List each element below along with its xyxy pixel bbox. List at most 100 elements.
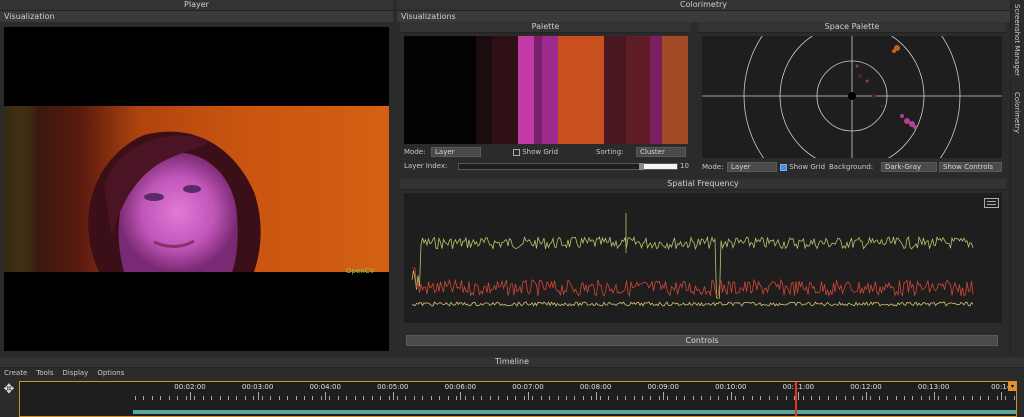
palette-show-grid[interactable]: Show Grid	[513, 147, 558, 157]
side-tab-bar: Screenshot Manager Colorimetry	[1010, 0, 1024, 355]
palette-swatch[interactable]	[558, 36, 604, 144]
palette-mode-select[interactable]: Layer	[431, 147, 481, 157]
ruler-tick	[489, 396, 491, 400]
ruler-tick	[954, 396, 956, 400]
ruler-tick	[599, 396, 601, 400]
ruler-tick	[270, 396, 272, 400]
ruler-tick	[903, 396, 905, 400]
spatial-frequency-panel: Spatial Frequency Controls	[400, 179, 1006, 351]
space-palette-plot[interactable]	[702, 36, 1002, 158]
palette-swatch[interactable]	[476, 36, 492, 144]
menu-tools[interactable]: Tools	[36, 368, 53, 378]
palette-mode-label: Mode:	[404, 148, 426, 156]
ruler-tick	[439, 396, 441, 400]
space-show-grid[interactable]: Show Grid	[780, 162, 825, 172]
ruler-time-label: 00:02:00	[174, 383, 206, 391]
palette-panel: Palette Mode: Layer Show Grid Sorting: C…	[400, 22, 691, 175]
ruler-tick	[151, 396, 153, 400]
plot-menu-icon[interactable]	[984, 198, 999, 208]
timeline-segment-bar[interactable]	[133, 410, 1016, 414]
menu-create[interactable]: Create	[4, 368, 27, 378]
show-controls-button[interactable]: Show Controls	[939, 162, 1002, 172]
timeline-track-area[interactable]: 00:02:00 00:03:00 00:04:00 00:05:00 00:06:00…	[19, 381, 1017, 417]
space-show-grid-checkbox[interactable]	[780, 163, 787, 171]
spatial-frequency-lines	[411, 213, 974, 307]
palette-swatch[interactable]	[650, 36, 662, 144]
palette-swatch[interactable]	[518, 36, 534, 144]
timeline-playhead[interactable]	[795, 382, 797, 416]
ruler-tick	[388, 396, 390, 400]
palette-swatch[interactable]	[626, 36, 650, 144]
ruler-tick	[768, 396, 770, 400]
timeline-panel: Timeline Create Tools Display Options ✥ …	[0, 357, 1024, 417]
palette-swatch[interactable]	[492, 36, 518, 144]
video-frame[interactable]: OpenCV	[4, 27, 389, 351]
ruler-tick	[337, 396, 339, 400]
palette-show-grid-checkbox[interactable]	[513, 148, 520, 156]
space-mode-select[interactable]: Layer	[727, 162, 777, 172]
ruler-tick	[844, 396, 846, 400]
ruler-tick	[354, 396, 356, 400]
ruler-tick	[853, 396, 855, 400]
ruler-tick	[320, 396, 322, 400]
ruler-tick	[929, 396, 931, 400]
ruler-tick	[836, 396, 838, 400]
side-tab-screenshot-manager[interactable]: Screenshot Manager	[1013, 4, 1021, 76]
ruler-major-tick	[866, 392, 867, 400]
ruler-tick	[329, 396, 331, 400]
layer-index-slider[interactable]	[458, 163, 678, 170]
space-background-select[interactable]: Dark-Gray	[881, 162, 937, 172]
ruler-major-tick	[730, 392, 732, 400]
palette-swatch[interactable]	[604, 36, 626, 144]
ruler-tick	[219, 396, 221, 400]
ruler-tick	[692, 396, 694, 400]
ruler-major-tick	[595, 392, 597, 400]
ruler-major-tick	[392, 392, 394, 400]
ruler-tick	[549, 396, 551, 400]
ruler-tick	[1005, 396, 1007, 400]
ruler-tick	[887, 396, 889, 400]
ruler-tick	[160, 396, 162, 400]
spatial-frequency-controls-button[interactable]: Controls	[406, 335, 998, 346]
ruler-tick	[557, 396, 559, 400]
palette-swatch[interactable]	[662, 36, 688, 144]
move-icon[interactable]: ✥	[0, 381, 18, 417]
ruler-tick	[540, 396, 542, 400]
menu-options[interactable]: Options	[97, 368, 124, 378]
ruler-major-tick	[257, 392, 259, 400]
ruler-tick	[642, 396, 643, 400]
ruler-tick	[194, 396, 196, 400]
ruler-tick	[244, 396, 246, 400]
ruler-tick	[143, 396, 145, 400]
side-tab-colorimetry[interactable]: Colorimetry	[1013, 92, 1021, 133]
ruler-tick	[633, 396, 635, 400]
layer-index-max: 10	[680, 162, 689, 170]
timeline-end-marker[interactable]: ▾	[1008, 382, 1016, 391]
ruler-time-label: 00:08:00	[579, 383, 612, 391]
ruler-tick	[675, 396, 677, 400]
layer-index-slider-handle[interactable]	[638, 163, 644, 170]
ruler-major-tick	[1001, 392, 1003, 400]
palette-swatch[interactable]	[542, 36, 558, 144]
palette-swatch[interactable]	[534, 36, 542, 144]
palette-swatch[interactable]	[404, 36, 476, 144]
ruler-tick	[709, 396, 711, 400]
spatial-frequency-plot[interactable]	[404, 193, 1002, 323]
palette-sorting-select[interactable]: Cluster	[636, 147, 686, 157]
palette-swatch-strip[interactable]	[404, 36, 688, 144]
ruler-tick	[506, 396, 508, 400]
ruler-tick	[684, 396, 686, 400]
ruler-time-label: 00:05:00	[377, 383, 409, 391]
ruler-tick	[785, 396, 787, 400]
ruler-tick	[346, 396, 348, 400]
ruler-major-tick	[325, 392, 327, 400]
ruler-tick	[405, 396, 407, 400]
ruler-major-tick	[528, 392, 529, 400]
visualizations-label: Visualizations	[397, 11, 1010, 22]
frequency-series-line	[411, 301, 974, 307]
menu-display[interactable]: Display	[63, 368, 89, 378]
ruler-tick	[185, 396, 187, 400]
timeline-ruler: 00:02:00 00:03:00 00:04:00 00:05:00 00:06:00…	[20, 382, 1016, 402]
ruler-tick	[996, 396, 998, 400]
spatial-frequency-title: Spatial Frequency	[400, 179, 1006, 190]
